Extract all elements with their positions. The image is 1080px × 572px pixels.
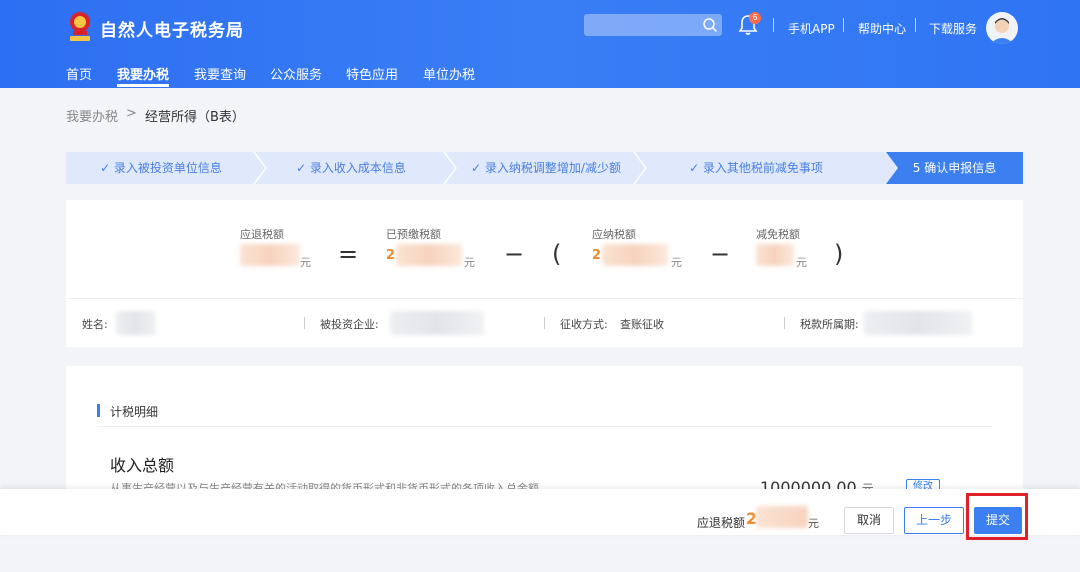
period-value-masked [864,311,972,335]
search-input[interactable] [584,14,722,36]
top-header: 自然人电子税务局 6 手机APP 帮助中心 下载服务 首页 我要办税 我要查询 … [0,0,1080,88]
divider [784,317,785,329]
divider [915,18,916,32]
step-4[interactable]: ✓ 录入其他税前减免事项 [636,152,876,184]
income-total-title: 收入总额 [110,456,175,475]
cancel-button[interactable]: 取消 [844,507,894,534]
section-marker [97,404,100,417]
prepaid-unit: 元 [464,256,475,269]
method-value: 查账征收 [620,318,664,331]
payable-value: 2 [592,248,602,263]
tax-emblem-icon[interactable] [66,11,94,43]
nav-active-indicator [117,84,169,87]
refund-label: 应退税额 [240,228,284,241]
step-5-active: 5 确认申报信息 [886,152,1023,184]
left-paren: ( [552,240,562,268]
method-label: 征收方式: [560,318,608,331]
help-center-link[interactable]: 帮助中心 [858,20,906,37]
nav-query[interactable]: 我要查询 [194,64,246,83]
company-label: 被投资企业: [320,318,379,331]
nav-unit-tax[interactable]: 单位办税 [423,64,475,83]
divider [97,426,992,427]
prepaid-value: 2 [386,248,396,263]
reduction-value-masked [756,244,794,266]
taxpayer-info-row: 姓名: 被投资企业: 征收方式: 查账征收 税款所属期: [66,298,1023,347]
footer-refund-label: 应退税额 [697,516,746,530]
company-value-masked [390,311,484,335]
breadcrumb-current: 经营所得（B表） [145,110,245,125]
breadcrumb-separator: > [126,106,137,121]
section-title: 计税明细 [110,405,159,419]
search-icon[interactable] [702,17,718,33]
step-1[interactable]: ✓ 录入被投资单位信息 [66,152,256,184]
tax-detail-card: 计税明细 收入总额 从事生产经营以及与生产经营有关的活动取得的货币形式和非货币形… [66,366,1023,497]
name-label: 姓名: [82,318,108,331]
action-footer: 应退税额 2 元 取消 上一步 提交 [0,489,1080,535]
divider [773,18,774,32]
refund-value-masked [240,244,300,266]
prepaid-label: 已预缴税额 [386,228,441,241]
minus-sign: − [504,240,525,268]
equals-sign: = [338,240,359,268]
nav-home[interactable]: 首页 [66,64,92,83]
refund-unit: 元 [300,256,311,269]
previous-step-button[interactable]: 上一步 [904,507,964,534]
payable-label: 应纳税额 [592,228,636,241]
reduction-unit: 元 [796,256,807,269]
step-progress: ✓ 录入被投资单位信息 ✓ 录入收入成本信息 ✓ 录入纳税调整增加/减少额 ✓ … [66,152,1023,184]
prepaid-value-masked [396,244,462,266]
avatar[interactable] [986,12,1018,44]
mobile-app-link[interactable]: 手机APP [788,20,835,37]
payable-unit: 元 [671,256,682,269]
step-2[interactable]: ✓ 录入收入成本信息 [256,152,446,184]
right-paren: ) [834,240,844,268]
nav-public-service[interactable]: 公众服务 [270,64,322,83]
reduction-label: 减免税额 [756,228,800,241]
divider [544,317,545,329]
period-label: 税款所属期: [800,318,859,331]
user-avatar-icon [990,18,1014,44]
payable-value-masked [602,244,668,266]
nav-do-tax[interactable]: 我要办税 [117,64,169,83]
site-title[interactable]: 自然人电子税务局 [100,16,244,41]
divider [843,18,844,32]
minus-sign: − [710,240,731,268]
divider [304,317,305,329]
name-value-masked [116,311,156,335]
step-3[interactable]: ✓ 录入纳税调整增加/减少额 [446,152,646,184]
nav-special-apps[interactable]: 特色应用 [346,64,398,83]
submit-highlight-box [966,493,1028,540]
footer-refund-masked [756,506,808,528]
breadcrumb-parent[interactable]: 我要办税 [66,106,118,125]
tax-formula-card: 应退税额 元 = 已预缴税额 2 元 − ( 应纳税额 2 元 − 减免税额 元… [66,200,1023,347]
notification-badge: 6 [749,12,761,24]
footer-refund-unit: 元 [808,517,819,530]
download-service-link[interactable]: 下载服务 [929,20,977,37]
